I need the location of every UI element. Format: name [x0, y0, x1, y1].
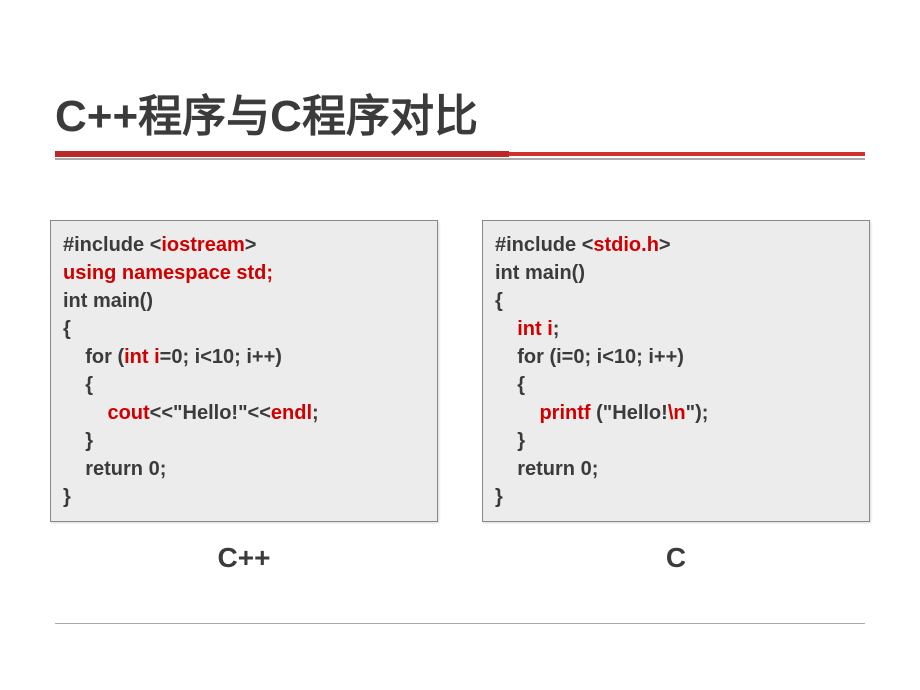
label-c: C — [666, 542, 686, 574]
title-underline — [55, 152, 865, 160]
footer-divider — [55, 623, 865, 624]
column-cpp: #include <iostream> using namespace std;… — [50, 220, 438, 574]
slide: C++程序与C程序对比 #include <iostream> using na… — [0, 0, 920, 690]
column-c: #include <stdio.h> int main() { int i; f… — [482, 220, 870, 574]
label-cpp: C++ — [218, 542, 271, 574]
code-c: #include <stdio.h> int main() { int i; f… — [495, 231, 857, 511]
code-box-cpp: #include <iostream> using namespace std;… — [50, 220, 438, 522]
red-bar-accent — [55, 151, 509, 157]
slide-title: C++程序与C程序对比 — [55, 80, 865, 144]
code-box-c: #include <stdio.h> int main() { int i; f… — [482, 220, 870, 522]
grey-line — [55, 158, 865, 160]
code-cpp: #include <iostream> using namespace std;… — [63, 231, 425, 511]
title-area: C++程序与C程序对比 — [0, 0, 920, 144]
content-row: #include <iostream> using namespace std;… — [0, 160, 920, 574]
